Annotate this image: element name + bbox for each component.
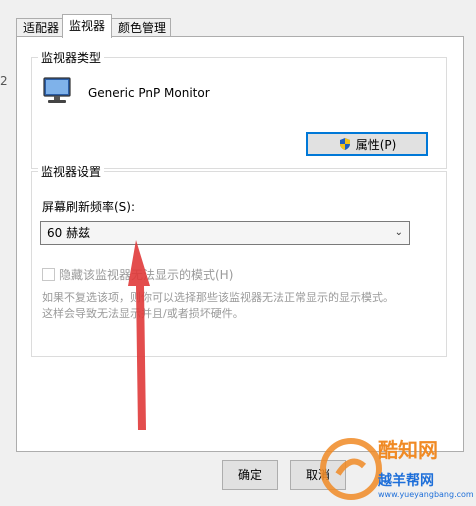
monitor-type-group: 监视器类型 Generic PnP Monitor 属性(P) xyxy=(31,49,447,169)
properties-button-label: 属性(P) xyxy=(355,137,397,152)
tab-adapter[interactable]: 适配器 xyxy=(16,18,64,37)
tab-monitor[interactable]: 监视器 xyxy=(62,14,112,38)
ok-button[interactable]: 确定 xyxy=(222,460,278,490)
hide-modes-label: 隐藏该监视器无法显示的模式(H) xyxy=(59,268,234,282)
monitor-settings-title: 监视器设置 xyxy=(38,163,105,180)
monitor-name: Generic PnP Monitor xyxy=(88,86,210,100)
monitor-tab-panel: 监视器类型 Generic PnP Monitor 属性(P) 监视器设置 屏幕… xyxy=(16,36,464,452)
monitor-icon xyxy=(43,77,71,103)
hide-modes-checkbox[interactable] xyxy=(42,268,55,281)
monitor-settings-group: 监视器设置 屏幕刷新频率(S): 60 赫兹 ⌄ 隐藏该监视器无法显示的模式(H… xyxy=(31,163,447,357)
hint-line: 这样会导致无法显示并且/或者损坏硬件。 xyxy=(42,307,244,320)
watermark-logo-icon xyxy=(320,438,382,500)
watermark-brand: 酷知网 xyxy=(378,438,438,462)
refresh-rate-value: 60 赫兹 xyxy=(47,226,91,240)
monitor-type-title: 监视器类型 xyxy=(38,49,105,66)
refresh-rate-select[interactable]: 60 赫兹 ⌄ xyxy=(40,221,410,245)
hide-modes-hint: 如果不复选该项，则你可以选择那些该监视器无法正常显示的显示模式。 这样会导致无法… xyxy=(42,290,422,322)
watermark-url: www.yueyangbang.com xyxy=(378,490,474,499)
watermark-site: 越羊帮网 xyxy=(378,473,434,489)
side-number: 2 xyxy=(0,74,8,88)
properties-button[interactable]: 属性(P) xyxy=(306,132,428,156)
refresh-rate-label: 屏幕刷新频率(S): xyxy=(42,200,136,214)
chevron-down-icon: ⌄ xyxy=(394,227,403,238)
watermark: 酷知网 越羊帮网 www.yueyangbang.com xyxy=(316,430,476,506)
tab-color-management[interactable]: 颜色管理 xyxy=(111,18,171,37)
hint-line: 如果不复选该项，则你可以选择那些该监视器无法正常显示的显示模式。 xyxy=(42,291,394,304)
hide-modes-row: 隐藏该监视器无法显示的模式(H) xyxy=(42,266,233,283)
shield-icon xyxy=(339,138,350,150)
